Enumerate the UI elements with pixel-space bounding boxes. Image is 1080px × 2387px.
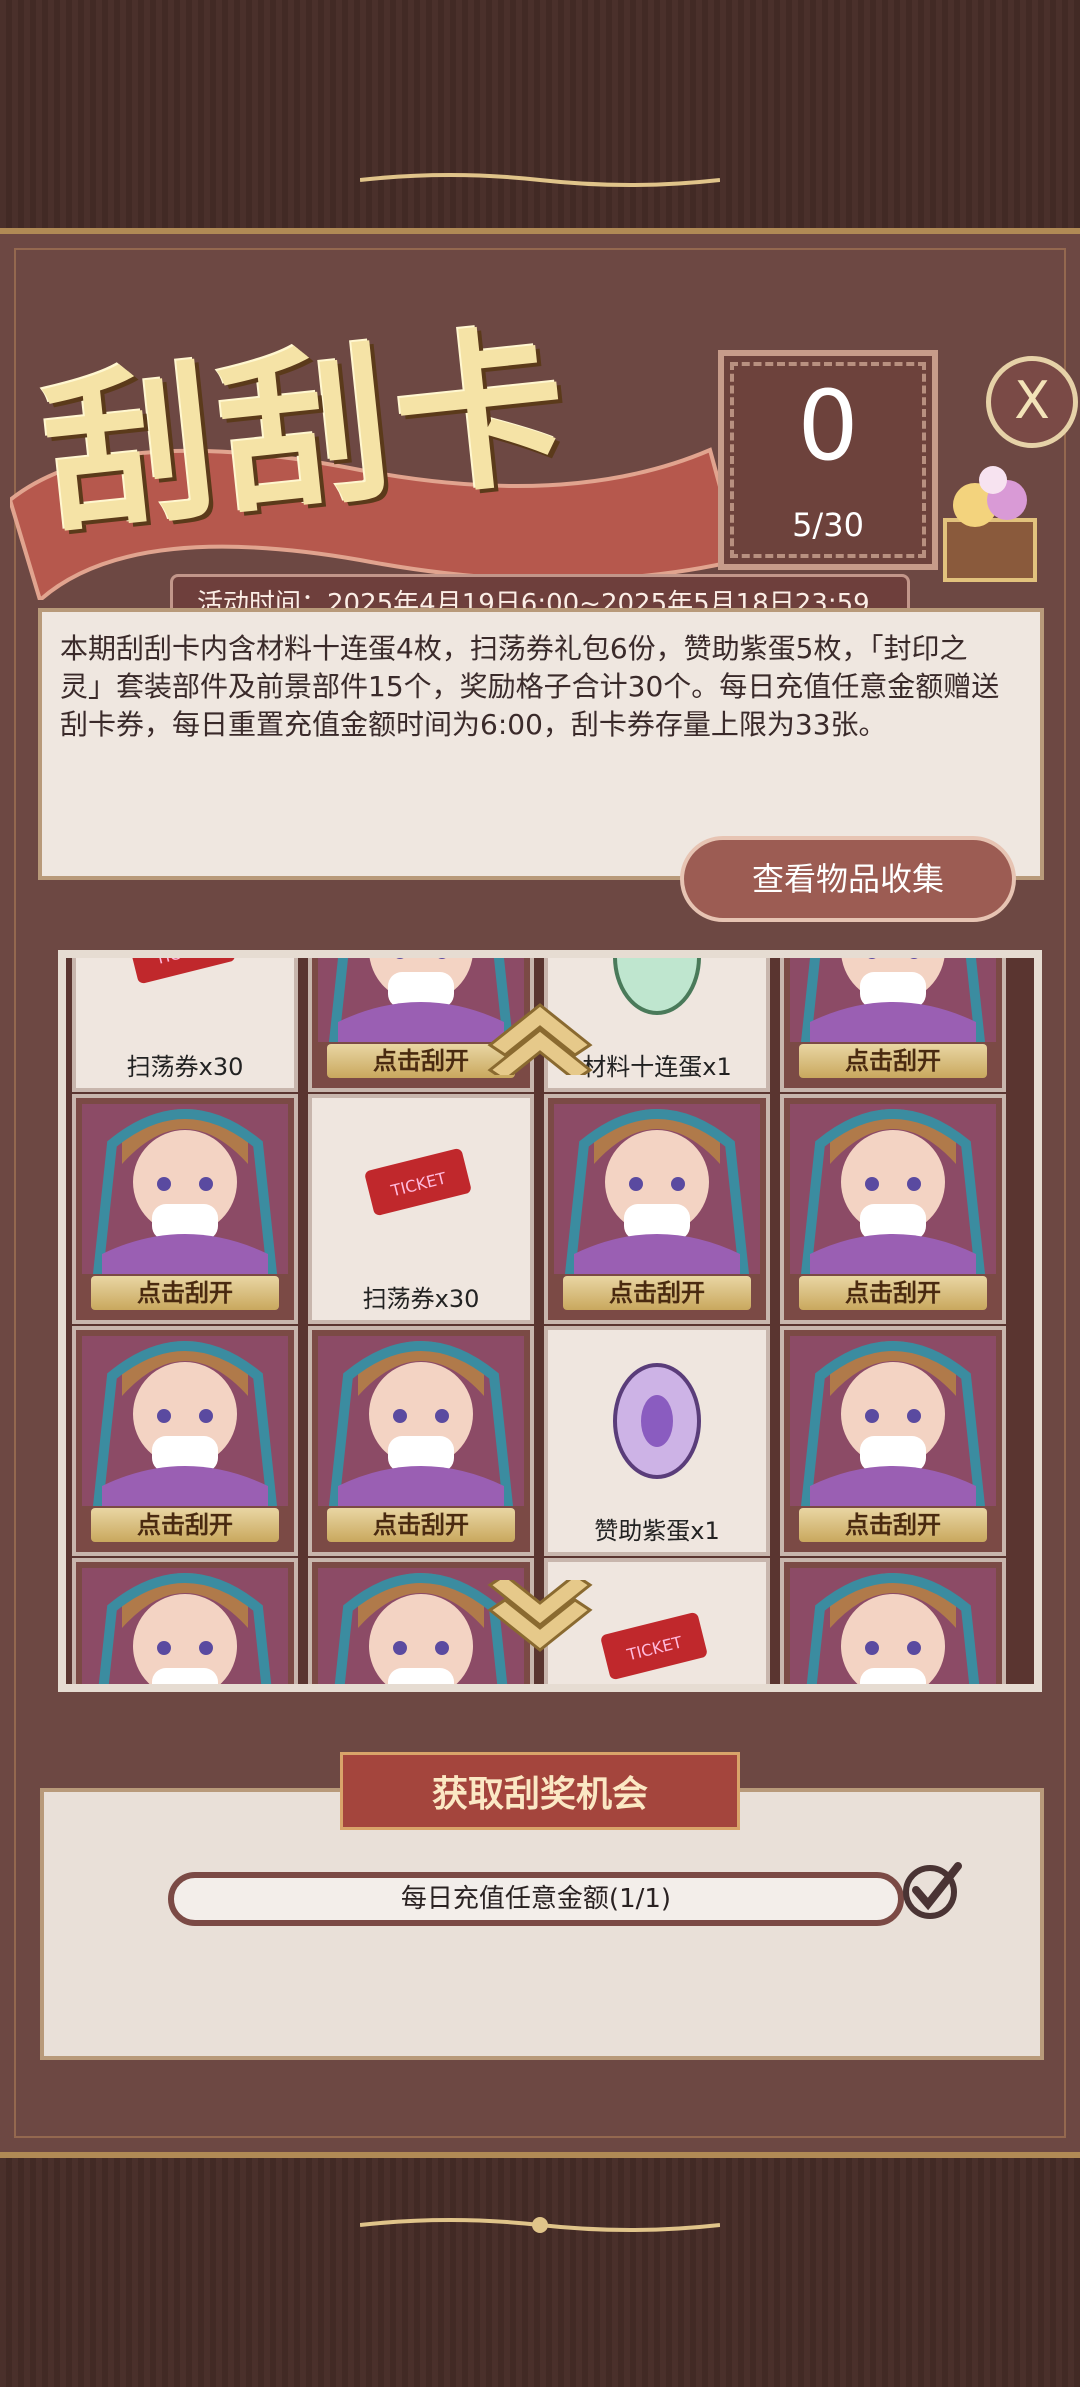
prize-cell: TICKET 扫荡券x30: [72, 958, 298, 1092]
scratch-label: 点击刮开: [799, 1508, 987, 1542]
character-portrait: [82, 1568, 288, 1684]
scratch-cell[interactable]: 点击刮开: [780, 1094, 1006, 1324]
prize-label: 扫荡券x30: [126, 1053, 244, 1081]
close-button[interactable]: X: [986, 356, 1078, 448]
character-portrait: [82, 1336, 288, 1511]
character-portrait: [554, 1104, 760, 1279]
ticket-icon: TICKET: [318, 1104, 524, 1274]
bottom-banner-background: [0, 2150, 1080, 2387]
scratch-label: 点击刮开: [91, 1276, 279, 1310]
scratch-label: 点击刮开: [91, 1508, 279, 1542]
get-chances-title: 获取刮奖机会: [340, 1752, 740, 1830]
prize-cell: TICKET 扫荡券x30: [308, 1094, 534, 1324]
scratch-cell[interactable]: 点击刮开: [780, 1558, 1006, 1684]
top-banner-background: [0, 0, 1080, 228]
character-portrait: [318, 1336, 524, 1511]
scratch-cell[interactable]: 点击刮开: [780, 958, 1006, 1092]
scratch-label: 点击刮开: [563, 1276, 751, 1310]
scratch-label: 点击刮开: [799, 1044, 987, 1078]
scratch-label: 点击刮开: [799, 1276, 987, 1310]
scroll-down-icon[interactable]: [480, 1580, 600, 1670]
daily-recharge-task[interactable]: 每日充值任意金额(1/1): [168, 1872, 904, 1926]
scratch-cell[interactable]: 点击刮开: [780, 1326, 1006, 1556]
progress-count: 5/30: [792, 506, 864, 544]
scroll-up-icon[interactable]: [480, 985, 600, 1075]
prize-cell: 赞助紫蛋x1: [544, 1326, 770, 1556]
character-portrait: [790, 1336, 996, 1511]
character-portrait: [790, 958, 996, 1047]
scratch-cell[interactable]: 点击刮开: [72, 1558, 298, 1684]
scratch-cell[interactable]: 点击刮开: [544, 1094, 770, 1324]
ticket-count: 0: [797, 370, 859, 482]
prize-label: 扫荡券x30: [362, 1285, 480, 1313]
character-portrait: [82, 1104, 288, 1279]
scratch-cell[interactable]: 点击刮开: [72, 1326, 298, 1556]
bottom-flourish: [360, 2217, 720, 2233]
description-text: 本期刮刮卡内含材料十连蛋4枚，扫荡券礼包6份，赞助紫蛋5枚，「封印之灵」套装部件…: [60, 632, 1000, 741]
view-collection-button[interactable]: 查看物品收集: [680, 836, 1016, 922]
purple-egg-icon: [554, 1336, 760, 1506]
scratch-cell[interactable]: 点击刮开: [308, 1326, 534, 1556]
treasure-chest-icon[interactable]: [935, 450, 1045, 590]
scratch-label: 点击刮开: [327, 1508, 515, 1542]
task-complete-check-icon: [903, 1862, 962, 1919]
scratch-cell[interactable]: 点击刮开: [72, 1094, 298, 1324]
scratch-ticket-counter: 0 5/30: [718, 350, 938, 570]
prize-label: 赞助紫蛋x1: [594, 1517, 720, 1545]
character-portrait: [790, 1568, 996, 1684]
top-flourish: [360, 173, 720, 187]
character-portrait: [790, 1104, 996, 1279]
ticket-icon: TICKET: [82, 958, 288, 1042]
